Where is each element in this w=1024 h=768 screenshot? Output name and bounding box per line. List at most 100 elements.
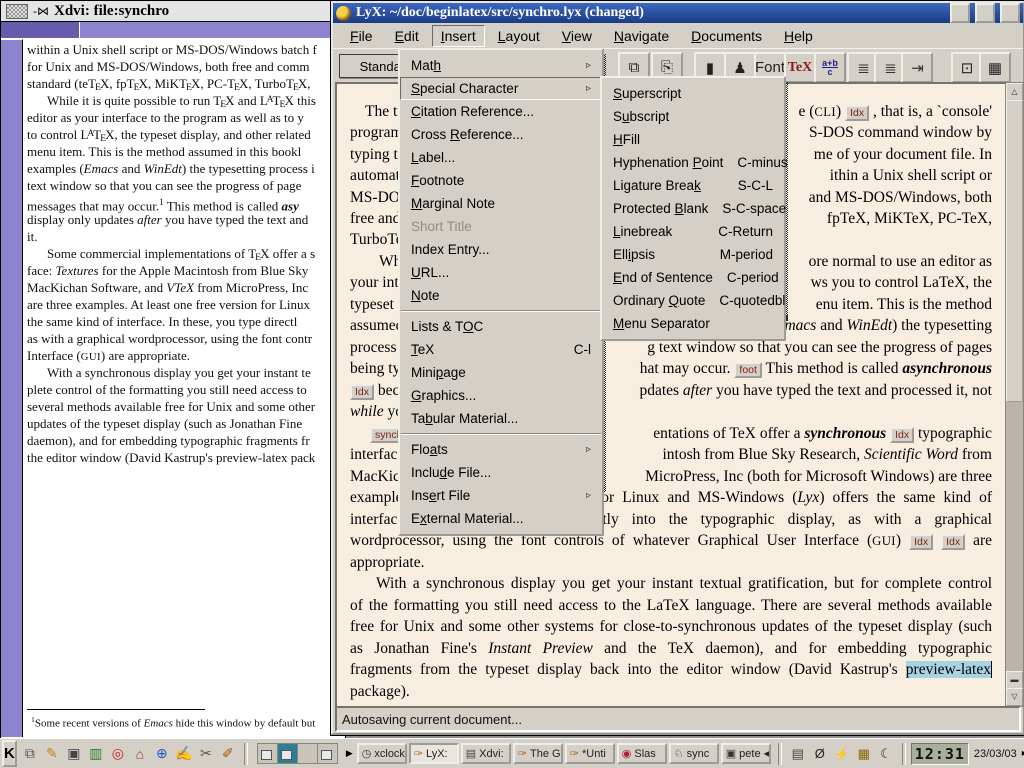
menu-item-marginal-note[interactable]: Marginal Note [400,192,602,215]
help-icon[interactable]: ◎ [107,742,129,765]
task-button-sync[interactable]: ♘sync [669,743,719,764]
menu-item-ligature-break[interactable]: Ligature BreakS-C-L [602,174,784,197]
tex-button[interactable]: TeX [784,52,816,83]
lyx-app-icon[interactable] [336,6,351,21]
inset-button[interactable]: Idx [909,534,933,550]
xdvi-window-menu-icon[interactable] [6,4,28,19]
scroll-grip-button[interactable]: ▬ [1006,671,1023,689]
text-segment: plete control of the formatting you stil… [27,382,307,397]
lyx-vertical-scrollbar[interactable]: △ ▬ ▽ [1005,82,1024,707]
maximize-button[interactable] [975,3,995,23]
menubar-item-help[interactable]: Help [775,25,822,47]
text-segment: CLI [814,105,836,119]
inset-button[interactable]: Idx [941,534,965,550]
taskbar-date[interactable]: 23/03/03 [971,748,1020,760]
desktop-icon[interactable]: ▣ [63,742,85,765]
menubar-item-file[interactable]: File [341,25,382,47]
table-icon[interactable]: ▦ [979,52,1011,83]
inset-button[interactable]: foot [734,362,762,378]
scroll-up-button[interactable]: △ [1006,83,1023,101]
kate-icon[interactable]: ✐ [217,742,239,765]
pager-desktop-2[interactable] [278,744,298,763]
menubar-item-documents[interactable]: Documents [682,25,771,47]
menu-item-graphics[interactable]: Graphics... [400,384,602,407]
menubar-item-edit[interactable]: Edit [386,25,428,47]
menu-item-external-material[interactable]: External Material... [400,507,602,530]
task-button-the-g[interactable]: ✑The G [513,743,563,764]
desktop-pager[interactable] [257,743,338,764]
math-button[interactable]: a+bc [814,52,846,83]
inset-button[interactable]: Idx [845,105,869,121]
xdvi-pin-icon: -⋈ [33,4,49,19]
inset-button[interactable]: Idx [350,384,374,400]
menu-item-url[interactable]: URL... [400,261,602,284]
menu-item-hfill[interactable]: HFill [602,128,784,151]
lyx-scrollbar-thumb[interactable] [1006,100,1023,402]
kword-icon[interactable]: ✍ [173,742,195,765]
logout-icon[interactable]: Ø [809,743,831,765]
close-button[interactable] [1000,3,1020,23]
kmenu-button[interactable]: K [2,740,17,767]
menu-item-label[interactable]: Label... [400,146,602,169]
plug-icon[interactable]: ⚡ [831,743,853,765]
terminal-icon[interactable]: ▥ [85,742,107,765]
menu-item-minipage[interactable]: Minipage [400,361,602,384]
pager-desktop-1[interactable] [258,744,278,763]
menu-item-footnote[interactable]: Footnote [400,169,602,192]
menu-item-subscript[interactable]: Subscript [602,105,784,128]
scroll-down-button[interactable]: ▽ [1006,688,1023,706]
moon-phase-icon[interactable]: ☾ [875,743,897,765]
menu-item-lists-toc[interactable]: Lists & TOC [400,315,602,338]
menubar-item-view[interactable]: View [553,25,601,47]
menu-item-insert-file[interactable]: Insert File▹ [400,484,602,507]
korganizer-icon[interactable]: ▦ [853,743,875,765]
taskbar-clock[interactable]: 12:31 [911,743,969,765]
task-button-lyx[interactable]: ✑LyX: [409,743,459,764]
menu-item-tex[interactable]: TeXC-l [400,338,602,361]
pager-desktop-4[interactable] [318,744,337,763]
lyx-window-title: LyX: ~/doc/beginlatex/src/synchro.lyx (c… [356,5,945,21]
menu-item-protected-blank[interactable]: Protected BlankS-C-space [602,197,784,220]
konqueror-icon[interactable]: ⊕ [151,742,173,765]
xdvi-horizontal-scrollbar-thumb[interactable] [79,22,337,38]
menu-item-floats[interactable]: Floats▹ [400,438,602,461]
menu-item-end-of-sentence[interactable]: End of SentenceC-period [602,266,784,289]
xdvi-horizontal-scrollbar[interactable] [1,22,345,38]
pager-desktop-3[interactable] [298,744,318,763]
menu-item-menu-separator[interactable]: Menu Separator [602,312,784,335]
menu-item-note[interactable]: Note [400,284,602,307]
lyx-titlebar[interactable]: LyX: ~/doc/beginlatex/src/synchro.lyx (c… [333,3,1023,23]
task-button-slas[interactable]: ◉Slas [617,743,667,764]
menubar-item-navigate[interactable]: Navigate [605,25,678,47]
task-button-unti[interactable]: ✑*Unti [565,743,615,764]
scissors-icon[interactable]: ✂ [195,742,217,765]
menu-item-ellipsis[interactable]: EllipsisM-period [602,243,784,266]
menu-item-index-entry[interactable]: Index Entry... [400,238,602,261]
pager-expand-icon[interactable]: ▶ [344,748,355,759]
menu-item-tabular-material[interactable]: Tabular Material... [400,407,602,430]
menu-item-linebreak[interactable]: LinebreakC-Return [602,220,784,243]
menu-item-citation-reference[interactable]: Citation Reference... [400,100,602,123]
inset-button[interactable]: Idx [890,427,914,443]
menu-item-superscript[interactable]: Superscript [602,82,784,105]
xdvi-titlebar[interactable]: -⋈ Xdvi: file:synchro [1,1,345,22]
window-list-icon[interactable]: ⧉ [19,742,41,765]
task-button-pete[interactable]: ▣pete◀ [721,743,771,764]
task-overflow-icon[interactable]: ◀ [764,749,770,758]
menu-item-hyphenation-point[interactable]: Hyphenation PointC-minus [602,151,784,174]
printer-icon[interactable]: ▤ [787,743,809,765]
menu-item-special-character[interactable]: Special Character▹ [400,77,602,100]
knotes-icon[interactable]: ✎ [41,742,63,765]
increase-depth-icon[interactable]: ⇥ [901,52,933,83]
xdvi-vertical-scrollbar[interactable] [1,39,23,737]
menu-item-ordinary-quote[interactable]: Ordinary QuoteC-quotedbl [602,289,784,312]
task-button-xclock[interactable]: ◷xclock [357,743,407,764]
menu-item-include-file[interactable]: Include File... [400,461,602,484]
menubar-item-layout[interactable]: Layout [489,25,549,47]
menu-item-cross-reference[interactable]: Cross Reference... [400,123,602,146]
task-button-xdvi[interactable]: ▤Xdvi: [461,743,511,764]
home-icon[interactable]: ⌂ [129,742,151,765]
minimize-button[interactable] [950,3,970,23]
menu-item-math[interactable]: Math▹ [400,54,602,77]
menubar-item-insert[interactable]: Insert [432,25,485,47]
